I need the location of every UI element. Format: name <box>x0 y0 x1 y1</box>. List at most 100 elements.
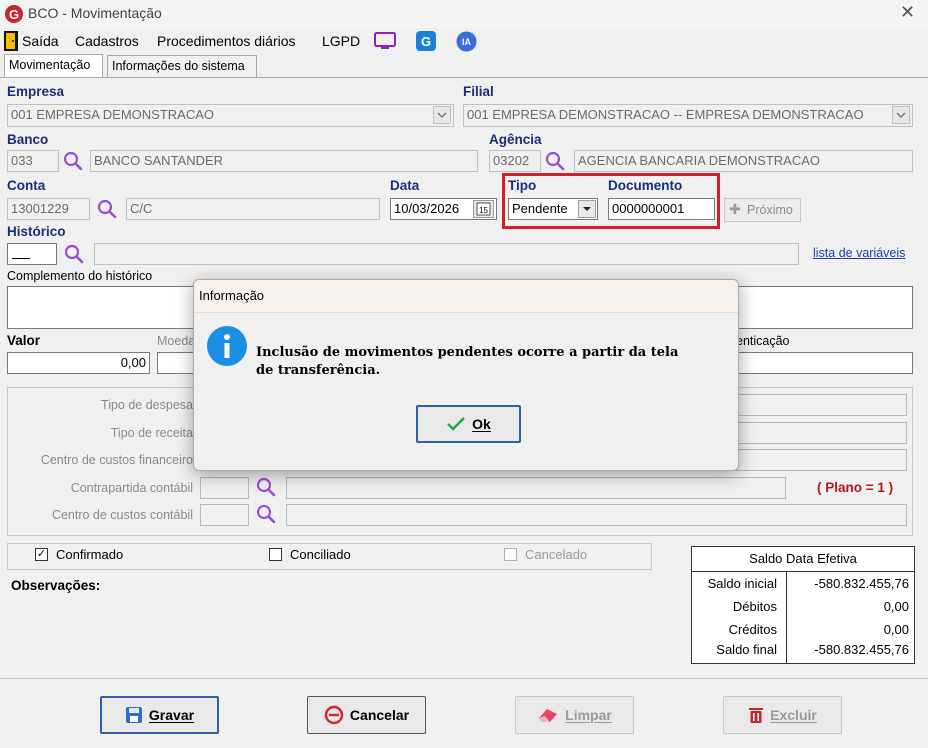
saldo-inicial-value: -580.832.455,76 <box>814 576 909 591</box>
centro-contabil-label: Centro de custos contábil <box>51 508 193 522</box>
search-icon[interactable] <box>63 243 85 265</box>
ok-button[interactable]: Ok <box>416 405 521 443</box>
save-icon <box>125 707 142 723</box>
calendar-icon[interactable]: 15 <box>473 200 494 218</box>
tab-informacoes-sistema[interactable]: Informações do sistema <box>107 55 257 77</box>
documento-label: Documento <box>608 178 683 193</box>
plus-icon: ✚ <box>729 201 741 217</box>
gravar-button[interactable]: Gravar <box>100 696 219 734</box>
tab-panel-border <box>0 77 928 78</box>
exit-door-icon <box>4 31 18 51</box>
search-icon[interactable] <box>62 150 84 172</box>
saldo-final-value: -580.832.455,76 <box>814 642 909 657</box>
contrapartida-label: Contrapartida contábil <box>70 481 193 495</box>
saldo-header: Saldo Data Efetiva <box>692 547 914 572</box>
valor-field[interactable]: 0,00 <box>7 352 150 374</box>
lista-variaveis-link[interactable]: lista de variáveis <box>813 246 905 260</box>
info-icon <box>207 326 247 366</box>
svg-text:IA: IA <box>462 37 472 47</box>
historico-name-field <box>94 243 799 265</box>
gravar-label: Gravar <box>148 707 195 723</box>
svg-text:G: G <box>421 34 431 49</box>
footer-separator <box>0 678 928 679</box>
agencia-code-field[interactable]: 03202 <box>489 150 541 172</box>
contrapartida-name-field <box>286 477 786 499</box>
cancelar-label: Cancelar <box>349 707 410 723</box>
excluir-button[interactable]: Excluir <box>723 696 842 734</box>
trash-icon <box>749 708 764 723</box>
tipo-receita-label: Tipo de receita <box>110 426 193 440</box>
tipo-label: Tipo <box>508 178 537 193</box>
filial-select[interactable]: 001 EMPRESA DEMONSTRACAO -- EMPRESA DEMO… <box>463 104 913 127</box>
confirmado-label: Confirmado <box>56 547 124 562</box>
empresa-select[interactable]: 001 EMPRESA DEMONSTRACAO <box>7 104 454 127</box>
monitor-icon[interactable] <box>374 32 396 50</box>
svg-text:15: 15 <box>479 206 488 215</box>
saldo-final-label: Saldo final <box>716 642 777 657</box>
conta-code-field[interactable]: 13001229 <box>7 198 90 220</box>
valor-label: Valor <box>7 333 41 348</box>
chevron-down-icon[interactable] <box>433 106 451 124</box>
g-app-icon[interactable]: G <box>416 31 436 51</box>
excluir-label: Excluir <box>770 707 817 723</box>
agencia-label: Agência <box>489 132 542 147</box>
eraser-icon <box>539 709 558 722</box>
historico-code-field[interactable] <box>7 243 57 265</box>
search-icon[interactable] <box>96 198 118 220</box>
tipo-despesa-label: Tipo de despesa <box>101 398 193 412</box>
centro-financeiro-field <box>736 449 907 471</box>
dialog-message: Inclusão de movimentos pendentes ocorre … <box>256 345 679 378</box>
limpar-button[interactable]: Limpar <box>515 696 634 734</box>
tipo-despesa-field <box>736 394 907 416</box>
cancelado-checkbox <box>504 548 517 561</box>
cancel-icon <box>324 705 344 725</box>
centro-financeiro-label: Centro de custos financeiro <box>40 453 193 467</box>
chevron-down-icon[interactable] <box>892 106 910 124</box>
empresa-label: Empresa <box>7 84 65 99</box>
banco-name-field: BANCO SANTANDER <box>90 150 478 172</box>
centro-contabil-name-field <box>286 504 907 526</box>
search-icon[interactable] <box>255 503 277 525</box>
menu-cadastros[interactable]: Cadastros <box>75 33 139 49</box>
dialog-header <box>194 280 738 313</box>
confirmado-checkbox[interactable]: ✓ <box>35 548 48 561</box>
debitos-label: Débitos <box>732 599 777 614</box>
tipo-receita-field <box>736 422 907 444</box>
check-icon <box>447 417 466 431</box>
menu-saida[interactable]: Saída <box>22 33 59 49</box>
conciliado-checkbox[interactable] <box>269 548 282 561</box>
banco-label: Banco <box>7 132 49 147</box>
app-logo-icon: G <box>5 5 23 23</box>
creditos-value: 0,00 <box>883 622 909 637</box>
ok-label: Ok <box>472 416 491 432</box>
cancelar-button[interactable]: Cancelar <box>307 696 426 734</box>
cancelado-label: Cancelado <box>525 547 588 562</box>
autenticacao-field[interactable] <box>736 352 913 374</box>
data-label: Data <box>390 178 420 193</box>
complemento-label: Complemento do histórico <box>7 269 153 283</box>
creditos-label: Créditos <box>728 622 777 637</box>
banco-code-field[interactable]: 033 <box>7 150 59 172</box>
agencia-name-field: AGENCIA BANCARIA DEMONSTRACAO <box>574 150 913 172</box>
autenticacao-label: enticação <box>736 334 790 348</box>
documento-field[interactable]: 0000000001 <box>608 198 715 220</box>
filial-label: Filial <box>463 84 494 99</box>
saldo-inicial-label: Saldo inicial <box>707 576 777 591</box>
menu-lgpd[interactable]: LGPD <box>322 33 360 49</box>
dialog-title: Informação <box>199 288 265 303</box>
tab-movimentacao[interactable]: Movimentação <box>4 54 103 78</box>
moeda-field[interactable] <box>157 352 197 374</box>
conta-label: Conta <box>7 178 46 193</box>
ia-assistant-icon[interactable]: IA <box>456 31 477 52</box>
text-cursor <box>12 258 30 259</box>
search-icon[interactable] <box>255 476 277 498</box>
centro-contabil-code-field <box>200 504 249 526</box>
conta-name-field: C/C <box>126 198 380 220</box>
menu-procedimentos[interactable]: Procedimentos diários <box>157 33 296 49</box>
observacoes-label: Observações: <box>11 578 101 593</box>
chevron-down-icon[interactable] <box>578 200 596 218</box>
close-icon[interactable]: ✕ <box>900 2 915 23</box>
search-icon[interactable] <box>544 150 566 172</box>
contrapartida-code-field <box>200 477 249 499</box>
svg-text:G: G <box>9 7 19 22</box>
